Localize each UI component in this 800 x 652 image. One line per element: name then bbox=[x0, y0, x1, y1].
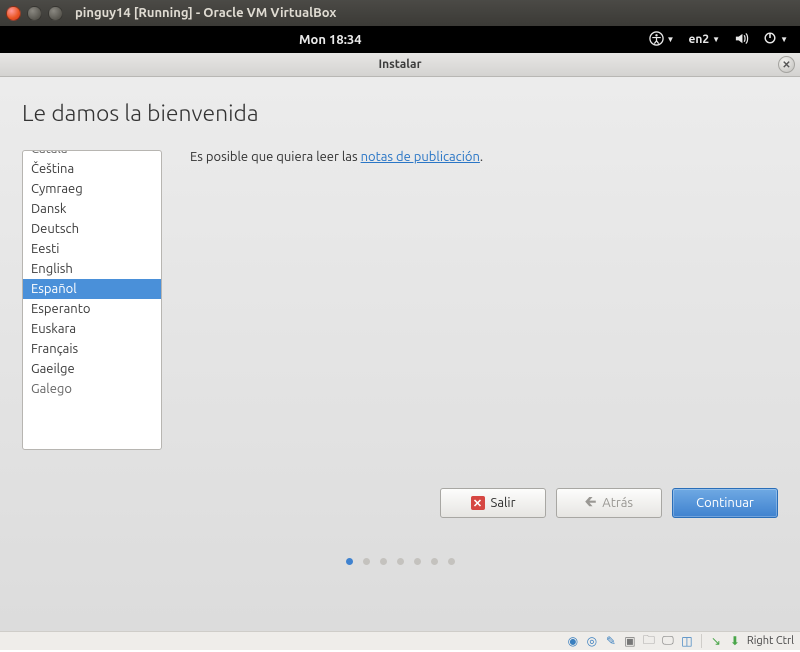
intro-text: Es posible que quiera leer las notas de … bbox=[190, 150, 483, 450]
keyboard-capture-icon[interactable]: ⬇ bbox=[728, 634, 742, 648]
input-source-label: en2 bbox=[688, 33, 709, 46]
step-indicator bbox=[22, 558, 778, 565]
shared-folder-icon[interactable]: 🗀 bbox=[642, 634, 656, 648]
language-option[interactable]: Català bbox=[23, 150, 161, 159]
language-option[interactable]: Français bbox=[23, 339, 161, 359]
chevron-down-icon: ▼ bbox=[780, 35, 788, 44]
hdd-icon[interactable]: ◉ bbox=[566, 634, 580, 648]
power-icon bbox=[763, 31, 777, 48]
language-option[interactable]: Cymraeg bbox=[23, 179, 161, 199]
cd-icon[interactable]: ◎ bbox=[585, 634, 599, 648]
chevron-down-icon: ▼ bbox=[712, 35, 720, 44]
step-dot bbox=[414, 558, 421, 565]
step-dot bbox=[363, 558, 370, 565]
step-dot bbox=[397, 558, 404, 565]
language-option[interactable]: Eesti bbox=[23, 239, 161, 259]
language-option[interactable]: Gaeilge bbox=[23, 359, 161, 379]
guest-topbar: Mon 18:34 ▼ en2 ▼ ▼ bbox=[0, 26, 800, 53]
step-dot bbox=[346, 558, 353, 565]
language-option[interactable]: Galego bbox=[23, 379, 161, 399]
language-option[interactable]: English bbox=[23, 259, 161, 279]
vrdp-icon[interactable]: ◫ bbox=[680, 634, 694, 648]
volume-menu[interactable] bbox=[734, 31, 749, 49]
installer-window: Instalar ✕ Le damos la bienvenida Català… bbox=[0, 53, 800, 631]
language-option[interactable]: Dansk bbox=[23, 199, 161, 219]
installer-window-title: Instalar bbox=[378, 58, 421, 71]
language-list[interactable]: CatalàČeštinaCymraegDanskDeutschEestiEng… bbox=[22, 150, 162, 450]
intro-suffix: . bbox=[480, 150, 483, 164]
mouse-integration-icon[interactable]: ↘ bbox=[709, 634, 723, 648]
host-window-title: pinguy14 [Running] - Oracle VM VirtualBo… bbox=[75, 6, 336, 20]
button-row: ✕ Salir 🡰 Atrás Continuar bbox=[22, 488, 778, 518]
step-dot bbox=[380, 558, 387, 565]
step-dot bbox=[448, 558, 455, 565]
continue-button-label: Continuar bbox=[696, 496, 754, 510]
language-option[interactable]: Euskara bbox=[23, 319, 161, 339]
accessibility-menu[interactable]: ▼ bbox=[649, 31, 675, 49]
power-menu[interactable]: ▼ bbox=[763, 31, 788, 48]
host-key-label: Right Ctrl bbox=[747, 635, 794, 647]
quit-button-label: Salir bbox=[491, 496, 516, 510]
network-icon[interactable]: ▣ bbox=[623, 634, 637, 648]
volume-icon bbox=[734, 31, 749, 49]
page-title: Le damos la bienvenida bbox=[22, 101, 778, 126]
host-close-button[interactable] bbox=[6, 6, 21, 21]
host-minimize-button[interactable] bbox=[27, 6, 42, 21]
display-icon[interactable]: 🖵 bbox=[661, 634, 675, 648]
close-icon: ✕ bbox=[471, 496, 485, 510]
clock[interactable]: Mon 18:34 bbox=[299, 33, 362, 47]
language-option[interactable]: Čeština bbox=[23, 159, 161, 179]
step-dot bbox=[431, 558, 438, 565]
arrow-left-icon: 🡰 bbox=[585, 491, 596, 515]
language-option[interactable]: Español bbox=[23, 279, 161, 299]
quit-button[interactable]: ✕ Salir bbox=[440, 488, 546, 518]
language-option[interactable]: Esperanto bbox=[23, 299, 161, 319]
host-titlebar: pinguy14 [Running] - Oracle VM VirtualBo… bbox=[0, 0, 800, 26]
language-option[interactable]: Deutsch bbox=[23, 219, 161, 239]
chevron-down-icon: ▼ bbox=[667, 35, 675, 44]
intro-prefix: Es posible que quiera leer las bbox=[190, 150, 361, 164]
host-maximize-button[interactable] bbox=[48, 6, 63, 21]
usb-icon[interactable]: ✎ bbox=[604, 634, 618, 648]
host-statusbar: ◉ ◎ ✎ ▣ 🗀 🖵 ◫ ↘ ⬇ Right Ctrl bbox=[0, 631, 800, 650]
input-source-menu[interactable]: en2 ▼ bbox=[688, 33, 720, 46]
accessibility-icon bbox=[649, 31, 664, 49]
installer-titlebar: Instalar ✕ bbox=[0, 53, 800, 77]
release-notes-link[interactable]: notas de publicación bbox=[361, 150, 480, 164]
installer-close-button[interactable]: ✕ bbox=[778, 56, 795, 73]
back-button-label: Atrás bbox=[602, 496, 633, 510]
continue-button[interactable]: Continuar bbox=[672, 488, 778, 518]
back-button: 🡰 Atrás bbox=[556, 488, 662, 518]
